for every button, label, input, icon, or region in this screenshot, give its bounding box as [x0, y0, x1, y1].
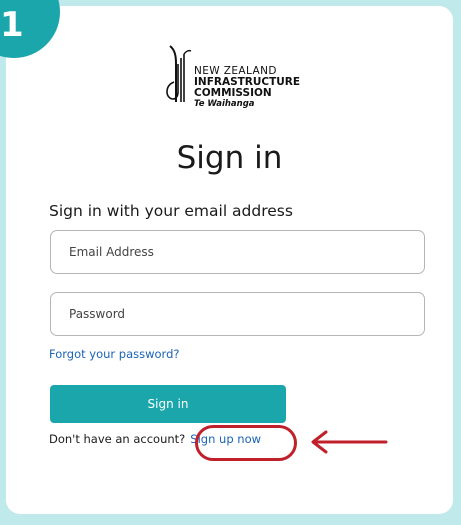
forgot-password-link[interactable]: Forgot your password?: [49, 347, 179, 361]
sign-up-link[interactable]: Sign up now: [190, 432, 261, 446]
signin-card: 1 NEW ZEALAND INFRASTRUCTURE COMMISSION …: [0, 0, 453, 514]
signin-subtitle: Sign in with your email address: [49, 202, 293, 220]
logo-line-commission: COMMISSION: [194, 87, 272, 99]
signup-row: Don't have an account? Sign up now: [49, 432, 261, 446]
logo-wordmark: NEW ZEALAND INFRASTRUCTURE COMMISSION Te…: [194, 66, 300, 110]
password-field[interactable]: [50, 292, 425, 336]
no-account-text: Don't have an account?: [49, 432, 186, 446]
screenshot-frame: 1 NEW ZEALAND INFRASTRUCTURE COMMISSION …: [0, 0, 461, 525]
email-field[interactable]: [50, 230, 425, 274]
tuning-fork-logo-icon: [166, 45, 192, 102]
page-title: Sign in: [176, 140, 283, 176]
logo: NEW ZEALAND INFRASTRUCTURE COMMISSION Te…: [164, 44, 334, 109]
step-badge: 1: [0, 0, 60, 58]
step-number: 1: [0, 5, 24, 45]
left-arrow-icon: [311, 430, 388, 454]
logo-line-te-waihanga: Te Waihanga: [194, 99, 255, 109]
sign-in-button[interactable]: Sign in: [50, 385, 286, 423]
